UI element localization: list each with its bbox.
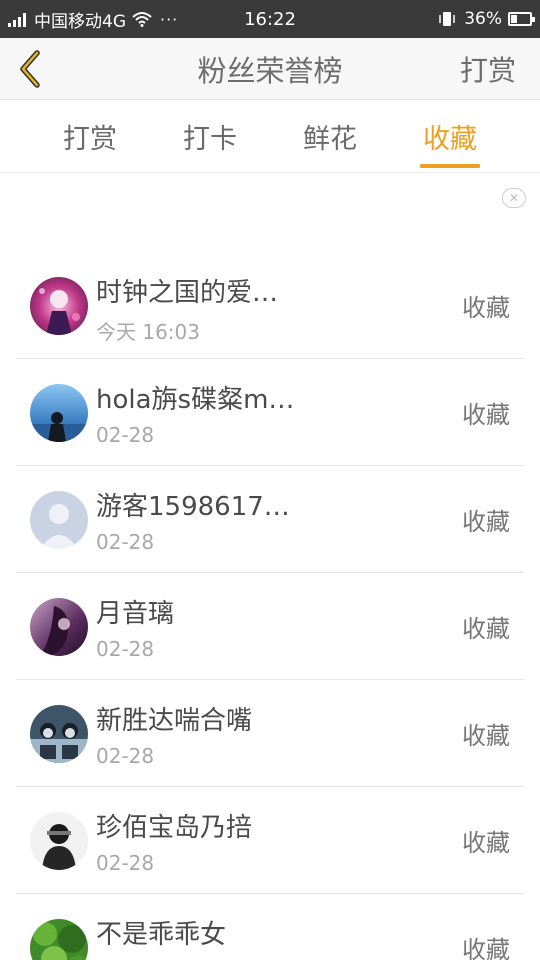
screen: 中国移动4G ··· 16:22 36% 粉丝荣誉榜 打赏 打赏 打卡 鲜花 收… [0,0,540,960]
battery-icon [508,12,535,26]
avatar[interactable] [30,812,88,870]
favorite-label: 收藏 [462,400,510,429]
fan-list: 时钟之国的爱… 今天 16:03 收藏 hola旃s碟粲m… 02-28 收藏 … [0,252,540,960]
favorite-label: 收藏 [462,828,510,857]
date: 02-28 [96,744,155,768]
favorite-label: 收藏 [462,935,510,960]
username: hola旃s碟粲m… [96,385,295,415]
username: 不是乖乖女 [96,920,227,950]
list-item[interactable]: 新胜达喘合嘴 02-28 收藏 [16,680,524,787]
header: 粉丝荣誉榜 打赏 [0,38,540,100]
list-item[interactable]: 不是乖乖女 收藏 [16,894,524,960]
list-item[interactable]: hola旃s碟粲m… 02-28 收藏 [16,359,524,466]
date: 02-28 [96,851,155,875]
avatar[interactable] [30,277,88,335]
username: 珍佰宝岛乃掊 [96,813,253,843]
close-icon[interactable]: ✕ [502,188,526,208]
favorite-label: 收藏 [462,614,510,643]
username: 新胜达喘合嘴 [96,706,253,736]
list-item[interactable]: 时钟之国的爱… 今天 16:03 收藏 [16,252,524,359]
default-user-avatar[interactable] [30,491,88,549]
avatar[interactable] [30,919,88,960]
date: 02-28 [96,423,155,447]
reward-button[interactable]: 打赏 [460,38,516,100]
date: 02-28 [96,637,155,661]
status-right: 36% [438,0,535,38]
favorite-label: 收藏 [462,721,510,750]
list-item[interactable]: 月音璃 02-28 收藏 [16,573,524,680]
tab-favorites[interactable]: 收藏 [390,100,510,172]
username: 时钟之国的爱… [96,278,279,308]
favorite-label: 收藏 [462,507,510,536]
tab-reward[interactable]: 打赏 [30,100,150,172]
date: 今天 16:03 [96,320,200,344]
list-item[interactable]: 游客1598617… 02-28 收藏 [16,466,524,573]
vibrate-icon [438,10,456,28]
battery-percent: 36% [464,9,502,29]
avatar[interactable] [30,705,88,763]
avatar[interactable] [30,598,88,656]
favorite-label: 收藏 [462,293,510,322]
tab-bar: 打赏 打卡 鲜花 收藏 [0,100,540,173]
list-item[interactable]: 珍佰宝岛乃掊 02-28 收藏 [16,787,524,894]
avatar[interactable] [30,384,88,442]
tab-flowers[interactable]: 鲜花 [270,100,390,172]
tab-checkin[interactable]: 打卡 [150,100,270,172]
battery-level-fill [511,15,517,23]
status-bar: 中国移动4G ··· 16:22 36% [0,0,540,38]
username: 游客1598617… [96,492,290,522]
username: 月音璃 [96,599,175,629]
date: 02-28 [96,530,155,554]
